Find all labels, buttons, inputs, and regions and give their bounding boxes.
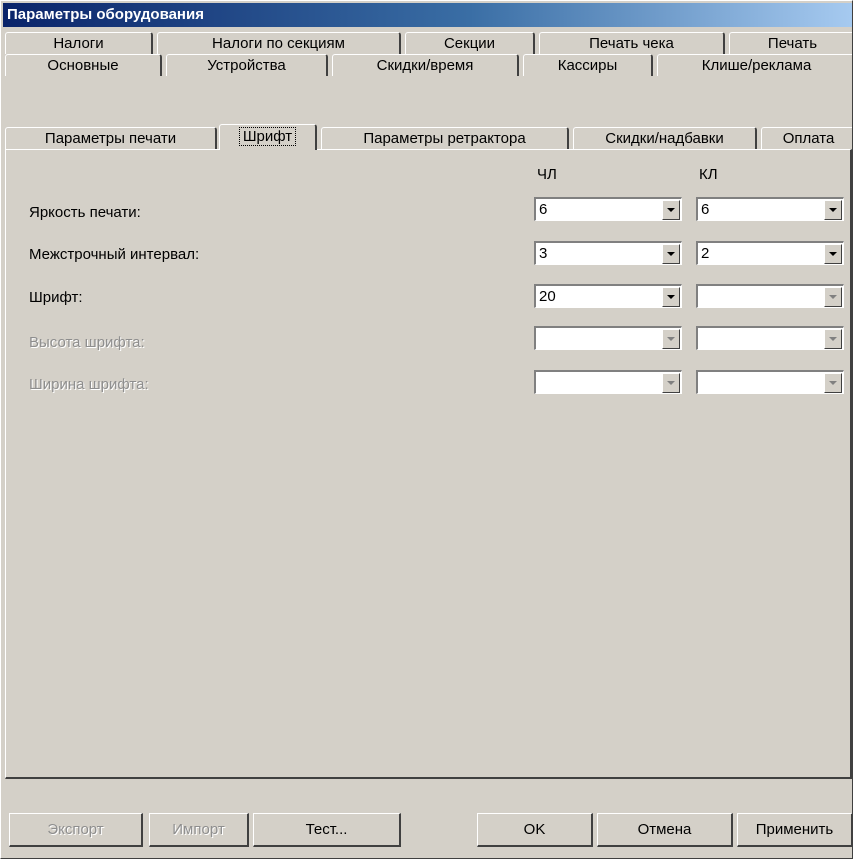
font-label: Шрифт: (29, 289, 83, 306)
tab-font[interactable]: Шрифт (219, 124, 317, 150)
equipment-settings-window: Параметры оборудования Налоги Налоги по … (0, 0, 853, 859)
chevron-down-icon[interactable] (662, 244, 680, 264)
tab-font-label: Шрифт (238, 127, 297, 146)
apply-button[interactable]: Применить (737, 813, 852, 847)
tab-row-2: Основные Устройства Скидки/время Кассиры… (5, 54, 852, 76)
tab-row-3: Параметры печати Шрифт Параметры ретракт… (5, 124, 852, 150)
print-brightness-label: Яркость печати: (29, 204, 141, 221)
import-button[interactable]: Импорт (149, 813, 249, 847)
line-spacing-kl-select[interactable]: 2 (696, 241, 844, 265)
chevron-down-icon[interactable] (824, 200, 842, 220)
tab-sections[interactable]: Секции (405, 32, 535, 54)
line-spacing-kl-value: 2 (701, 245, 710, 262)
column-header-chl: ЧЛ (537, 166, 557, 183)
print-brightness-chl-select[interactable]: 6 (534, 197, 682, 221)
font-kl-select[interactable] (696, 284, 844, 308)
print-brightness-kl-value: 6 (701, 201, 710, 218)
font-width-chl-select[interactable] (534, 370, 682, 394)
cancel-button[interactable]: Отмена (597, 813, 733, 847)
ok-button[interactable]: OK (477, 813, 593, 847)
font-width-kl-select[interactable] (696, 370, 844, 394)
export-button[interactable]: Экспорт (9, 813, 143, 847)
test-button[interactable]: Тест... (253, 813, 401, 847)
tab-devices[interactable]: Устройства (166, 54, 328, 76)
tab-discounts-surcharges[interactable]: Скидки/надбавки (573, 127, 757, 149)
font-height-kl-select[interactable] (696, 326, 844, 350)
tab-taxes[interactable]: Налоги (5, 32, 153, 54)
column-header-kl: КЛ (699, 166, 718, 183)
tab-discounts-time[interactable]: Скидки/время (332, 54, 519, 76)
line-spacing-chl-select[interactable]: 3 (534, 241, 682, 265)
tab-cashiers[interactable]: Кассиры (523, 54, 653, 76)
tab-print-params[interactable]: Параметры печати (5, 127, 217, 149)
chevron-down-icon[interactable] (662, 287, 680, 307)
tab-payment[interactable]: Оплата (761, 127, 852, 149)
chevron-down-icon[interactable] (662, 373, 680, 393)
font-chl-value: 20 (539, 288, 556, 305)
line-spacing-chl-value: 3 (539, 245, 548, 262)
chevron-down-icon[interactable] (824, 373, 842, 393)
font-height-label: Высота шрифта: (29, 334, 145, 351)
tab-receipt-print[interactable]: Печать чека (539, 32, 725, 54)
tab-retractor-params[interactable]: Параметры ретрактора (321, 127, 569, 149)
font-width-label: Ширина шрифта: (29, 376, 149, 393)
chevron-down-icon[interactable] (824, 287, 842, 307)
tab-general[interactable]: Основные (5, 54, 162, 76)
chevron-down-icon[interactable] (824, 244, 842, 264)
tab-row-1: Налоги Налоги по секциям Секции Печать ч… (5, 32, 852, 54)
font-chl-select[interactable]: 20 (534, 284, 682, 308)
chevron-down-icon[interactable] (824, 329, 842, 349)
print-brightness-chl-value: 6 (539, 201, 548, 218)
chevron-down-icon[interactable] (662, 200, 680, 220)
tab-cliche-ads[interactable]: Клише/реклама (657, 54, 852, 76)
chevron-down-icon[interactable] (662, 329, 680, 349)
font-height-chl-select[interactable] (534, 326, 682, 350)
print-brightness-kl-select[interactable]: 6 (696, 197, 844, 221)
tab-print[interactable]: Печать (729, 32, 852, 54)
tab-taxes-by-sections[interactable]: Налоги по секциям (157, 32, 401, 54)
line-spacing-label: Межстрочный интервал: (29, 246, 200, 263)
window-title: Параметры оборудования (3, 3, 852, 27)
